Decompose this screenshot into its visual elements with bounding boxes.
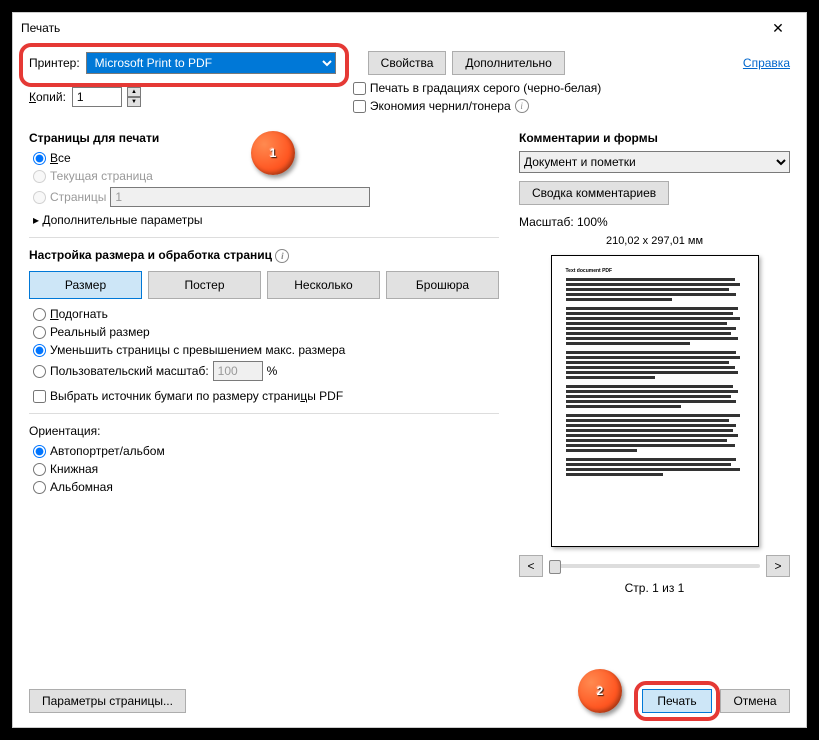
annotation-callout-2: 2 <box>578 669 622 713</box>
print-button[interactable]: Печать <box>642 689 712 713</box>
advanced-button[interactable]: Дополнительно <box>452 51 564 75</box>
grayscale-checkbox[interactable] <box>353 82 366 95</box>
page-setup-button[interactable]: Параметры страницы... <box>29 689 186 713</box>
savetoner-checkbox[interactable] <box>353 100 366 113</box>
comments-select[interactable]: Документ и пометки <box>519 151 790 173</box>
print-dialog: Печать ✕ Принтер: Microsoft Print to PDF… <box>12 12 807 728</box>
custom-label: Пользовательский масштаб: <box>50 364 209 378</box>
pages-range-label: Страницы <box>50 190 106 204</box>
paper-source-label: Выбрать источник бумаги по размеру стран… <box>50 389 343 403</box>
comments-summary-button[interactable]: Сводка комментариев <box>519 181 669 205</box>
copies-label: Копий: <box>29 90 66 104</box>
actual-radio[interactable] <box>33 326 46 339</box>
scale-info: Масштаб: 100% <box>519 215 790 229</box>
titlebar: Печать ✕ <box>13 13 806 43</box>
fit-label: Подогнать <box>50 307 108 321</box>
dialog-title: Печать <box>21 21 758 35</box>
portrait-label: Книжная <box>50 462 98 476</box>
custom-radio[interactable] <box>33 365 46 378</box>
pages-current-radio <box>33 170 46 183</box>
savetoner-label: Экономия чернил/тонера <box>370 99 511 113</box>
info-icon[interactable]: i <box>275 249 289 263</box>
shrink-radio[interactable] <box>33 344 46 357</box>
printer-label: Принтер: <box>29 56 80 70</box>
sizing-section-title: Настройка размера и обработка страниц i <box>29 248 499 263</box>
shrink-label: Уменьшить страницы с превышением макс. р… <box>50 343 345 357</box>
fit-radio[interactable] <box>33 308 46 321</box>
more-params-disclosure[interactable]: ▸ Дополнительные параметры <box>29 213 499 227</box>
percent-label: % <box>267 364 278 378</box>
comments-title: Комментарии и формы <box>519 131 790 145</box>
landscape-radio[interactable] <box>33 481 46 494</box>
copies-spinner[interactable]: ▲ ▼ <box>127 87 141 107</box>
properties-button[interactable]: Свойства <box>368 51 447 75</box>
annotation-callout-1: 1 <box>251 131 295 175</box>
pages-range-radio <box>33 191 46 204</box>
cancel-button[interactable]: Отмена <box>720 689 790 713</box>
spinner-down-icon[interactable]: ▼ <box>127 97 141 107</box>
next-page-button[interactable]: > <box>766 555 790 577</box>
portrait-radio[interactable] <box>33 463 46 476</box>
size-tab[interactable]: Размер <box>29 271 142 299</box>
pages-all-radio[interactable] <box>33 152 46 165</box>
printer-select[interactable]: Microsoft Print to PDF <box>86 52 336 74</box>
poster-tab[interactable]: Постер <box>148 271 261 299</box>
custom-scale-input <box>213 361 263 381</box>
pages-current-label: Текущая страница <box>50 169 153 183</box>
page-slider[interactable] <box>549 564 760 568</box>
spinner-up-icon[interactable]: ▲ <box>127 87 141 97</box>
orientation-title: Ориентация: <box>29 424 499 438</box>
close-icon[interactable]: ✕ <box>758 20 798 37</box>
page-preview: Text document PDF <box>551 255 759 547</box>
grayscale-label: Печать в градациях серого (черно-белая) <box>370 81 601 95</box>
copies-input[interactable] <box>72 87 122 107</box>
booklet-tab[interactable]: Брошюра <box>386 271 499 299</box>
auto-orient-label: Автопортрет/альбом <box>50 444 165 458</box>
auto-orient-radio[interactable] <box>33 445 46 458</box>
multiple-tab[interactable]: Несколько <box>267 271 380 299</box>
actual-label: Реальный размер <box>50 325 150 339</box>
page-count: Стр. 1 из 1 <box>519 581 790 595</box>
paper-source-checkbox[interactable] <box>33 390 46 403</box>
info-icon[interactable]: i <box>515 99 529 113</box>
pages-range-input <box>110 187 370 207</box>
pages-all-label: Все <box>50 151 71 165</box>
prev-page-button[interactable]: < <box>519 555 543 577</box>
landscape-label: Альбомная <box>50 480 113 494</box>
help-link[interactable]: Справка <box>743 56 790 70</box>
dimensions-info: 210,02 x 297,01 мм <box>519 235 790 247</box>
